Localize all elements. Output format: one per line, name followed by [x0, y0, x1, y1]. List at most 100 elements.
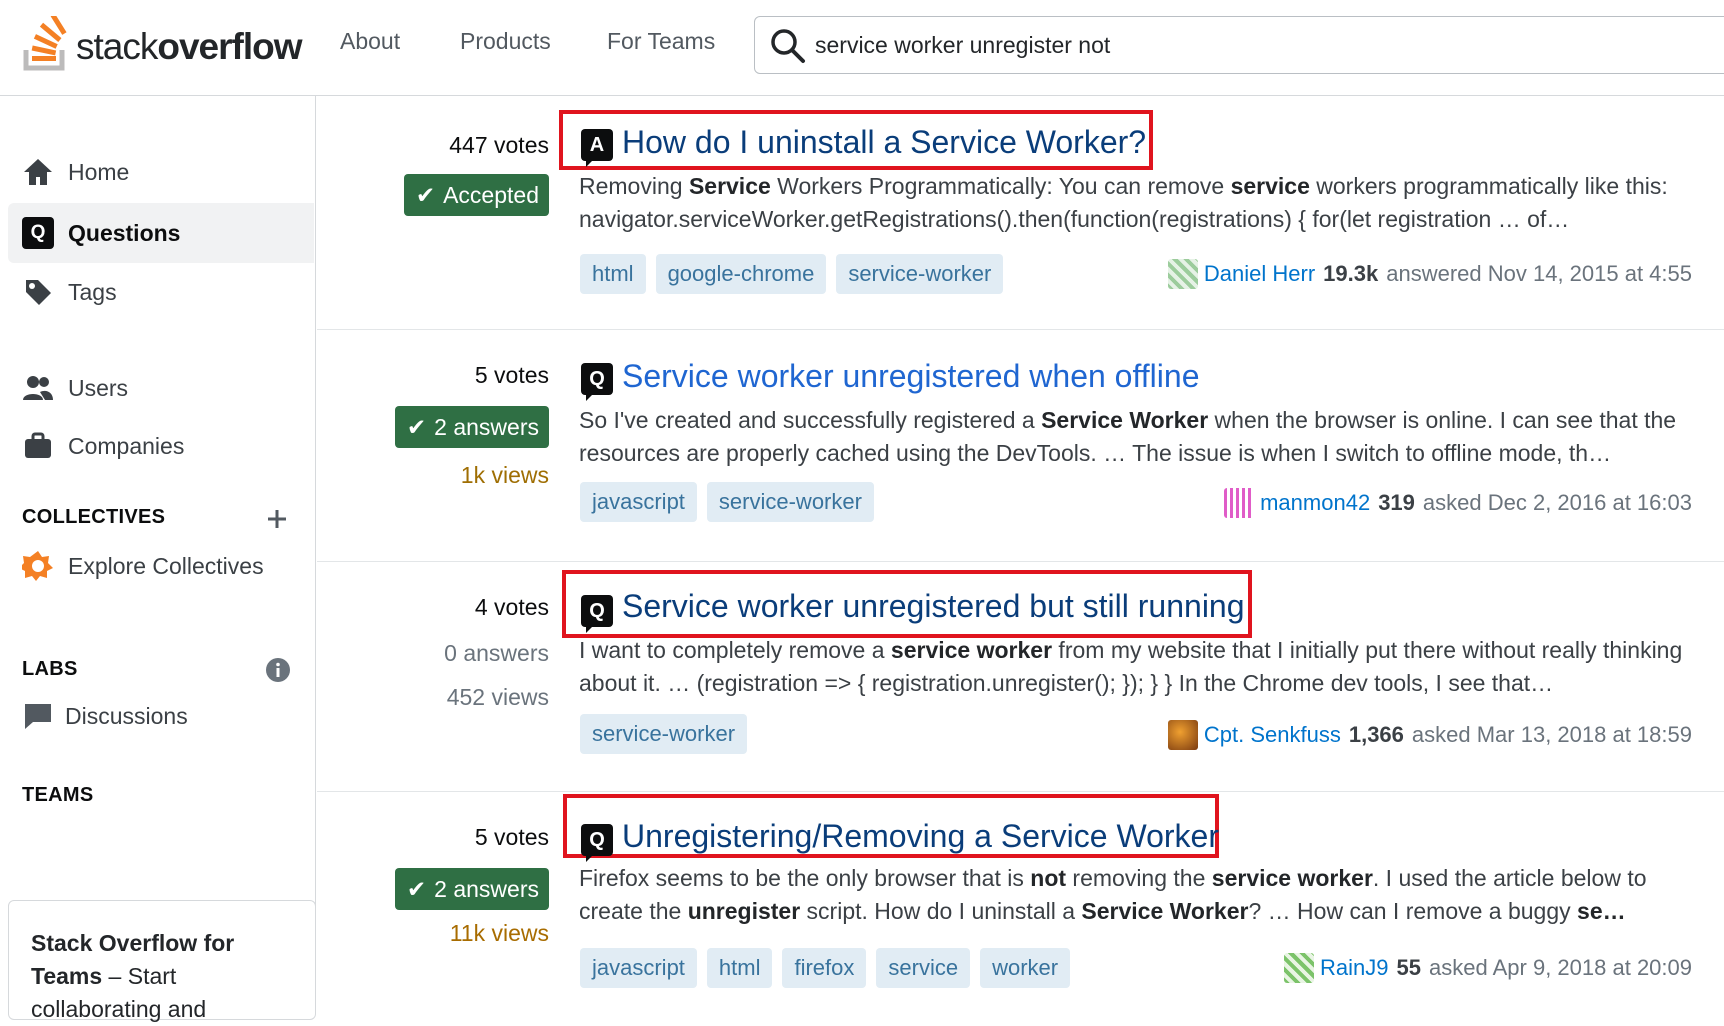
sidebar-item-tags[interactable]: Tags: [8, 262, 314, 322]
answer-type-icon: A: [581, 129, 613, 167]
sidebar-item-label: Questions: [68, 219, 181, 246]
vote-count: 447 votes: [449, 132, 549, 158]
avatar[interactable]: [1224, 488, 1255, 518]
tag-list: javascript html firefox service worker: [580, 948, 1071, 988]
result-excerpt: I want to completely remove a service wo…: [579, 637, 1683, 696]
vote-count: 5 votes: [474, 362, 549, 388]
result-title-link[interactable]: Service worker unregistered when offline: [622, 358, 1199, 395]
sidebar-item-label: Discussions: [65, 702, 188, 729]
user-link[interactable]: Daniel Herr: [1204, 261, 1315, 287]
sidebar-item-companies[interactable]: Companies: [8, 416, 314, 476]
briefcase-icon: [25, 432, 51, 458]
avatar[interactable]: [1167, 720, 1198, 750]
discussions-icon: [25, 704, 51, 729]
tag-icon: [26, 280, 51, 305]
logo-text: stackoverflow: [76, 26, 303, 67]
avatar[interactable]: [1284, 953, 1315, 983]
view-count: 1k views: [460, 462, 549, 488]
checkmark-icon: ✔: [406, 875, 427, 902]
question-type-icon: Q: [581, 824, 613, 862]
result-excerpt: Removing Service Workers Programmaticall…: [579, 173, 1668, 232]
tag[interactable]: javascript: [580, 482, 697, 522]
users-icon: [23, 376, 53, 400]
sidebar-item-label: Home: [68, 158, 130, 185]
sidebar-item-home[interactable]: Home: [8, 142, 314, 202]
tag[interactable]: service: [876, 948, 971, 988]
tag[interactable]: html: [580, 254, 646, 294]
vote-count: 4 votes: [474, 594, 549, 620]
search-result: 5 votes ✔ 2 answers 1k views Q Service wo…: [317, 330, 1724, 562]
search-icon: [771, 29, 805, 63]
result-title-link[interactable]: Unregistering/Removing a Service Worker: [622, 818, 1219, 855]
vote-count: 5 votes: [474, 824, 549, 850]
search-box[interactable]: [754, 16, 1724, 74]
reputation: 55: [1396, 955, 1422, 980]
questions-icon: Q: [22, 217, 54, 249]
search-input[interactable]: [815, 25, 1715, 65]
result-owner: Daniel Herr 19.3k answered Nov 14, 2015 …: [1167, 259, 1692, 289]
accepted-badge: ✔ Accepted: [403, 174, 549, 216]
question-type-icon: Q: [581, 595, 613, 633]
tag-list: javascript service-worker: [580, 482, 874, 522]
stack-overflow-logo[interactable]: stackoverflow: [22, 14, 303, 72]
view-count: 452 views: [446, 684, 549, 710]
reputation: 319: [1378, 490, 1415, 515]
teams-promo-box[interactable]: Stack Overflow for Teams – Start collabo…: [8, 900, 316, 1022]
checkmark-icon: ✔: [406, 413, 427, 440]
result-owner: manmon42 319 asked Dec 2, 2016 at 16:03: [1224, 488, 1692, 518]
tag[interactable]: html: [706, 948, 773, 988]
result-title-link[interactable]: How do I uninstall a Service Worker?: [622, 124, 1146, 161]
collectives-star-icon: [22, 551, 53, 581]
avatar[interactable]: [1167, 259, 1198, 289]
sidebar-item-label: Tags: [68, 278, 117, 305]
sidebar-item-label: Users: [68, 374, 129, 401]
sidebar-item-questions[interactable]: Q Questions: [8, 203, 314, 263]
user-link[interactable]: manmon42: [1260, 490, 1370, 516]
action-time: answered Nov 14, 2015 at 4:55: [1386, 261, 1692, 286]
tag[interactable]: service-worker: [706, 482, 874, 522]
stack-overflow-logo-icon: [23, 16, 67, 71]
action-time: asked Mar 13, 2018 at 18:59: [1411, 722, 1692, 747]
tag[interactable]: firefox: [782, 948, 867, 988]
left-sidebar: Home Q Questions Tags Users Companies CO…: [0, 96, 316, 1000]
user-link[interactable]: RainJ9: [1320, 955, 1388, 981]
reputation: 19.3k: [1323, 261, 1379, 286]
info-icon[interactable]: [266, 658, 290, 682]
sidebar-item-discussions[interactable]: Discussions: [8, 686, 314, 746]
tag[interactable]: service-worker: [580, 714, 748, 754]
result-owner: Cpt. Senkfuss 1,366 asked Mar 13, 2018 a…: [1167, 720, 1692, 750]
question-type-icon: Q: [581, 363, 613, 401]
reputation: 1,366: [1348, 722, 1404, 747]
search-result: 5 votes ✔ 2 answers 11k views Q Unregiste…: [317, 792, 1724, 1012]
user-link[interactable]: Cpt. Senkfuss: [1204, 722, 1341, 748]
sidebar-item-explore-collectives[interactable]: Explore Collectives: [8, 536, 314, 596]
tag[interactable]: google-chrome: [655, 254, 827, 294]
tag-list: html google-chrome service-worker: [580, 254, 1004, 294]
action-time: asked Dec 2, 2016 at 16:03: [1422, 490, 1692, 515]
checkmark-icon: ✔: [415, 181, 436, 208]
search-result: 4 votes 0 answers 452 views Q Service wo…: [317, 562, 1724, 792]
top-bar: stackoverflow About Products For Teams: [0, 0, 1724, 96]
teams-heading: TEAMS: [22, 784, 94, 806]
sidebar-item-users[interactable]: Users: [8, 358, 314, 418]
add-collective-icon[interactable]: [266, 508, 288, 530]
nav-for-teams[interactable]: For Teams: [607, 28, 715, 55]
tag[interactable]: javascript: [580, 948, 697, 988]
result-excerpt: Firefox seems to be the only browser tha…: [579, 865, 1647, 924]
result-title-link[interactable]: Service worker unregistered but still ru…: [622, 588, 1245, 625]
search-result: 447 votes ✔ Accepted A How do I uninstall…: [317, 96, 1724, 330]
result-owner: RainJ9 55 asked Apr 9, 2018 at 20:09: [1284, 953, 1692, 983]
tag[interactable]: service-worker: [836, 254, 1004, 294]
nav-products[interactable]: Products: [460, 28, 551, 55]
result-excerpt: So I've created and successfully registe…: [579, 407, 1677, 466]
sidebar-item-label: Explore Collectives: [68, 552, 264, 579]
tag[interactable]: worker: [980, 948, 1071, 988]
answers-badge: ✔ 2 answers: [394, 406, 549, 448]
labs-heading: LABS: [22, 658, 78, 680]
nav-about[interactable]: About: [340, 28, 400, 55]
action-time: asked Apr 9, 2018 at 20:09: [1429, 955, 1692, 980]
answers-badge: ✔ 2 answers: [394, 868, 549, 910]
sidebar-item-label: Companies: [68, 432, 185, 459]
home-icon: [24, 159, 52, 185]
tag-list: service-worker: [580, 714, 748, 754]
